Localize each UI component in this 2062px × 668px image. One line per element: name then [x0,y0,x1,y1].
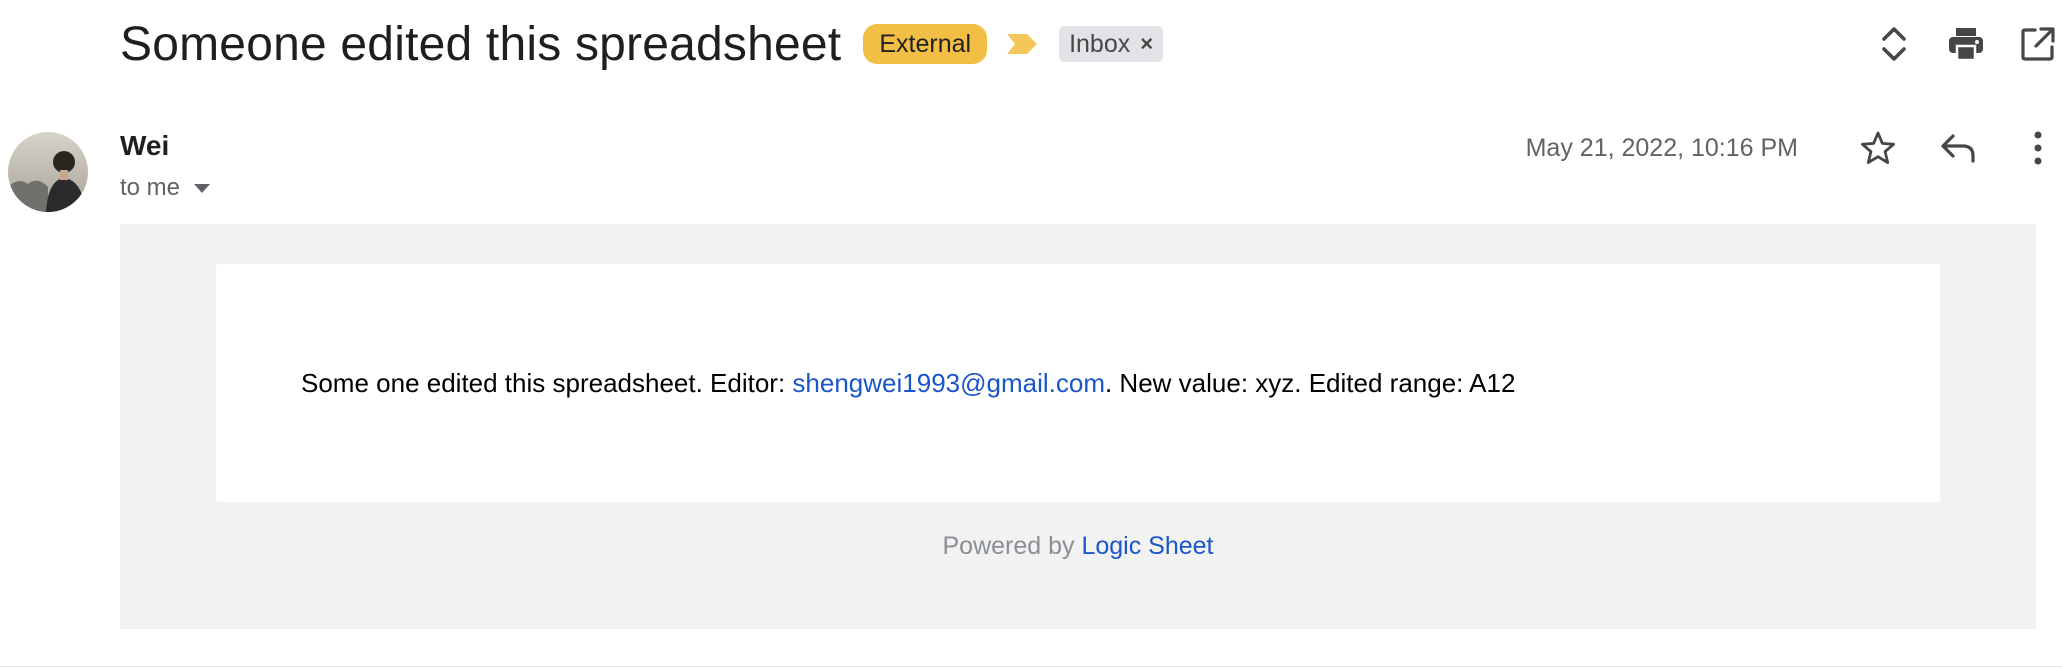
external-badge: External [863,24,988,64]
sender-avatar[interactable] [8,132,88,212]
powered-by-text: Powered by [942,532,1082,560]
inbox-label-chip: Inbox × [1059,26,1164,62]
recipients-text: to me [120,174,181,201]
open-in-new-window-icon[interactable] [2014,20,2062,68]
expand-collapse-icon[interactable] [1870,20,1918,68]
more-vert-icon[interactable] [2014,124,2062,172]
notification-text-tail: . New value: xyz. Edited range: A12 [1104,368,1516,398]
thread-actions [1846,20,2062,68]
inbox-label-text: Inbox [1069,30,1131,58]
star-icon[interactable] [1854,124,1902,172]
message-actions [1822,124,2062,172]
remove-label-icon[interactable]: × [1140,30,1153,58]
email-view: Someone edited this spreadsheet External… [0,0,2062,668]
importance-marker-icon[interactable] [1005,32,1039,56]
recipients-toggle[interactable]: to me [120,174,211,202]
chevron-down-icon[interactable] [194,183,211,193]
logic-sheet-link[interactable]: Logic Sheet [1081,532,1213,560]
notification-text: Some one edited this spreadsheet. Editor… [301,368,1515,399]
reply-icon[interactable] [1934,124,1982,172]
subject-row: Someone edited this spreadsheet External… [120,12,1164,76]
message-body: Some one edited this spreadsheet. Editor… [120,224,2036,629]
notification-text-lead: Some one edited this spreadsheet. Editor… [301,368,793,398]
message-date: May 21, 2022, 10:16 PM [1525,134,1798,162]
email-subject: Someone edited this spreadsheet [120,17,842,71]
notification-card: Some one edited this spreadsheet. Editor… [216,264,1940,502]
sender-name[interactable]: Wei [120,130,169,162]
powered-by-footer: Powered by Logic Sheet [120,532,2036,561]
print-icon[interactable] [1942,20,1990,68]
editor-email-link[interactable]: shengwei1993@gmail.com [792,368,1105,398]
divider [0,666,2062,667]
